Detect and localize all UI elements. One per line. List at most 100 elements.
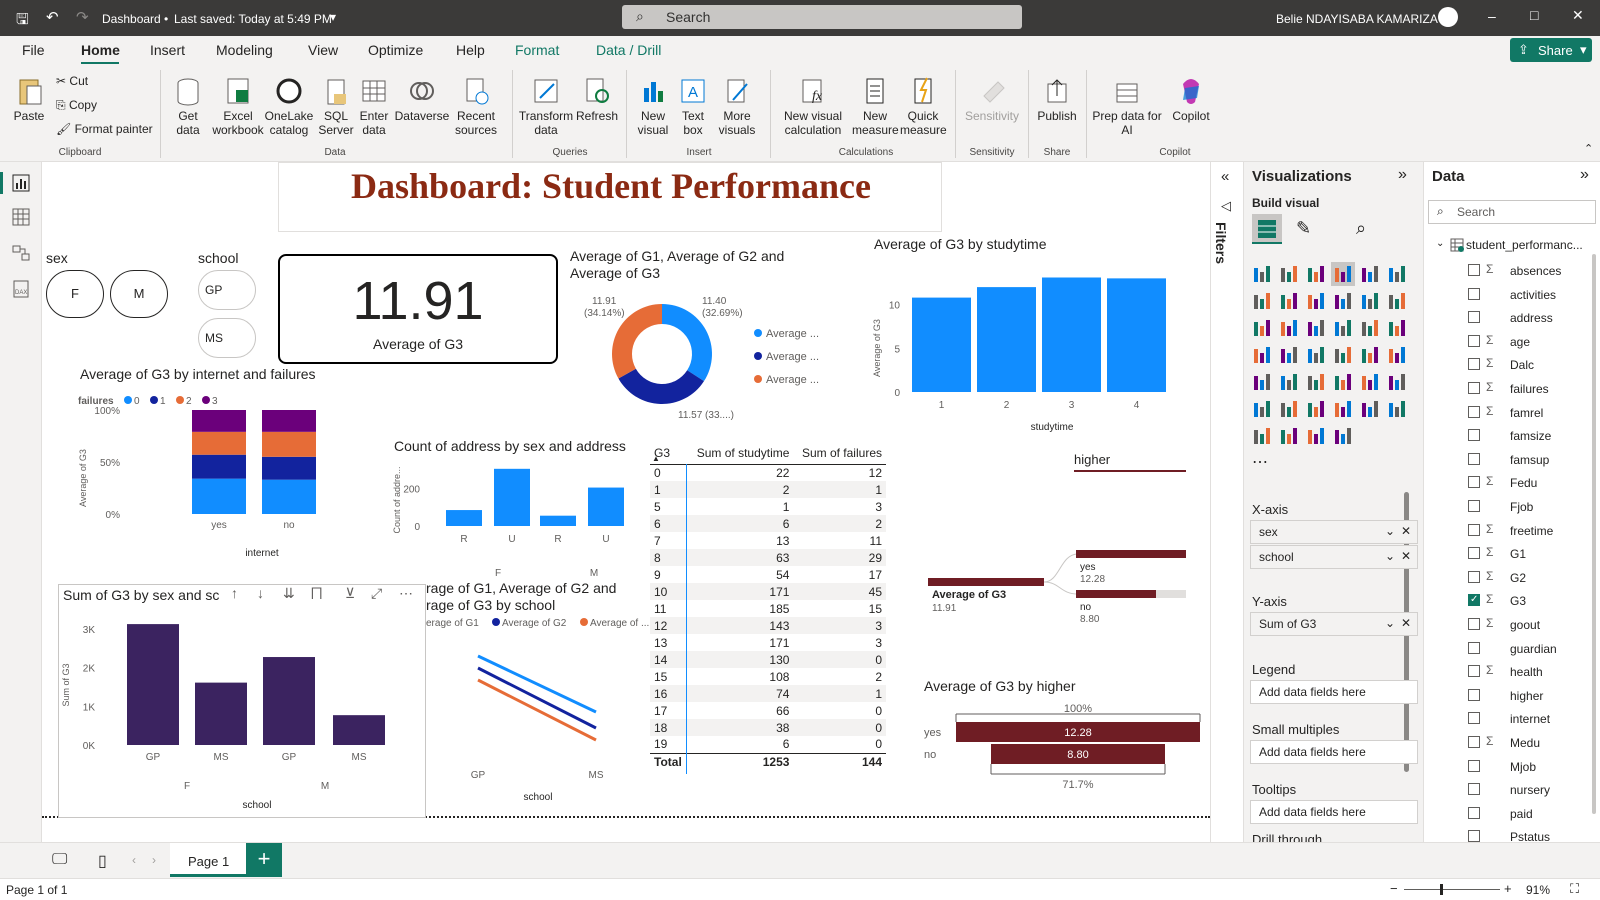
chevron-down-icon[interactable]: ⌄ [1385, 549, 1395, 563]
undo-icon[interactable]: ↶ [46, 8, 59, 26]
page-tab[interactable]: Page 1 [170, 843, 250, 877]
sql-server-button[interactable]: SQL Server [316, 76, 356, 137]
visual-type-icon[interactable] [1254, 403, 1258, 417]
menu-help[interactable]: Help [456, 42, 485, 58]
chevron-down-icon[interactable]: ⌄ [1385, 616, 1395, 630]
dataverse-button[interactable]: Dataverse [394, 76, 450, 123]
zoom-in-icon[interactable]: + [1504, 881, 1512, 896]
recent-sources-button[interactable]: Recent sources [452, 76, 500, 137]
report-view-icon[interactable] [12, 174, 30, 192]
field-checkbox[interactable] [1468, 618, 1480, 630]
menu-insert[interactable]: Insert [150, 42, 185, 58]
line-chart[interactable]: erage of G1 Average of G2 Average of ...… [426, 614, 654, 806]
field-checkbox[interactable] [1468, 688, 1480, 701]
legend-label[interactable]: 0 [134, 396, 140, 407]
search-input[interactable]: ⌕ Search [622, 5, 1022, 29]
copy-button[interactable]: ⎘ Copy [56, 98, 97, 112]
series-line[interactable] [477, 666, 597, 730]
prep-data-button[interactable]: Prep data for AI [1092, 76, 1162, 137]
field-name[interactable]: goout [1510, 618, 1600, 632]
field-name[interactable]: guardian [1510, 642, 1600, 656]
address-bar-chart[interactable]: 0 200 R U R U Count of addre... F M [390, 460, 650, 580]
donut-legend-item[interactable]: Average ... [766, 328, 819, 340]
visual-type-icon[interactable] [1281, 322, 1285, 336]
field-name[interactable]: G1 [1510, 547, 1600, 561]
bar[interactable] [127, 624, 179, 745]
field-checkbox[interactable] [1468, 641, 1480, 654]
field-name[interactable]: address [1510, 311, 1600, 325]
field-name[interactable]: health [1510, 665, 1600, 679]
bar[interactable] [446, 510, 482, 526]
field-name[interactable]: famrel [1510, 406, 1600, 420]
legend-label[interactable]: 3 [212, 396, 218, 407]
sex-slicer-item[interactable]: M [110, 270, 168, 318]
format-painter-button[interactable]: 🖌 Format painter [56, 122, 153, 136]
series-line[interactable] [477, 678, 597, 742]
field-checkbox[interactable] [1468, 500, 1480, 512]
close-icon[interactable]: ✕ [1572, 7, 1584, 24]
user-name[interactable]: Belie NDAYISABA KAMARIZA [1276, 12, 1438, 26]
stacked-bar-segment[interactable] [192, 410, 246, 432]
series-line[interactable] [477, 654, 597, 714]
get-data-button[interactable]: Get data [166, 76, 210, 137]
format-visual-icon[interactable]: ✎ [1296, 218, 1311, 239]
sensitivity-button[interactable]: Sensitivity [962, 76, 1022, 123]
visual-type-icon[interactable] [1281, 295, 1285, 309]
field-name[interactable]: activities [1510, 288, 1600, 302]
field-checkbox[interactable] [1468, 452, 1480, 465]
chevron-down-icon[interactable]: ⌄ [1436, 238, 1444, 249]
donut-slice[interactable] [618, 368, 704, 404]
drill-up-icon[interactable]: ↑ [231, 585, 238, 601]
donut-legend-item[interactable]: Average ... [766, 351, 819, 363]
menu-format[interactable]: Format [515, 42, 559, 58]
add-page-button[interactable]: + [246, 843, 282, 877]
tooltips-drop-zone[interactable]: Add data fields here [1250, 800, 1418, 824]
more-visuals-ellipsis-icon[interactable]: ⋯ [1252, 452, 1268, 472]
visual-type-icon[interactable] [1389, 376, 1393, 390]
xaxis-field-sex[interactable]: sex ⌄ ✕ [1250, 520, 1418, 544]
table-view-icon[interactable] [12, 208, 30, 226]
visual-type-icon[interactable] [1389, 322, 1393, 336]
legend-label[interactable]: 2 [186, 396, 192, 407]
matrix-header-studytime[interactable]: Sum of studytime [687, 442, 794, 465]
table-name[interactable]: student_performanc... [1466, 238, 1583, 252]
stacked-bar-segment[interactable] [192, 478, 246, 514]
visual-type-icon[interactable] [1308, 430, 1312, 444]
expand-next-level-icon[interactable]: ⇊ [283, 585, 295, 602]
menu-modeling[interactable]: Modeling [216, 42, 273, 58]
bar[interactable] [195, 682, 247, 745]
publish-button[interactable]: Publish [1034, 76, 1080, 123]
field-checkbox[interactable] [1468, 523, 1480, 536]
line-legend-item[interactable]: Average of G2 [502, 618, 567, 629]
visual-type-icon[interactable] [1254, 322, 1258, 336]
legend-label[interactable]: 1 [160, 396, 166, 407]
field-checkbox[interactable] [1468, 806, 1480, 819]
visual-type-icon[interactable] [1362, 376, 1366, 390]
expand-hierarchy-icon[interactable]: ⨅ [311, 585, 322, 602]
transform-data-button[interactable]: Transform data [518, 76, 574, 137]
field-checkbox[interactable] [1468, 665, 1480, 678]
zoom-slider-thumb[interactable] [1440, 884, 1443, 895]
field-name[interactable]: age [1510, 335, 1600, 349]
cut-button[interactable]: ✂ Cut [56, 74, 88, 88]
stacked-bar-segment[interactable] [262, 431, 316, 457]
model-view-icon[interactable] [12, 244, 30, 262]
paste-button[interactable]: Paste [12, 76, 46, 123]
school-slicer-item[interactable]: GP [198, 270, 256, 310]
copilot-button[interactable]: Copilot [1166, 76, 1216, 123]
prev-page-icon[interactable]: ‹ [132, 853, 136, 867]
field-name[interactable]: Medu [1510, 736, 1600, 750]
excel-workbook-button[interactable]: Excel workbook [210, 76, 266, 137]
last-saved-text[interactable]: Last saved: Today at 5:49 PM [174, 12, 332, 26]
matrix-header-g3[interactable]: G3 ▲ [650, 442, 688, 465]
visual-type-icon[interactable] [1281, 430, 1285, 444]
field-name[interactable]: G2 [1510, 571, 1600, 585]
onelake-catalog-button[interactable]: OneLake catalog [264, 76, 314, 137]
field-checkbox[interactable] [1468, 712, 1480, 725]
bar[interactable] [588, 487, 624, 526]
visual-type-icon[interactable] [1335, 403, 1339, 417]
share-button[interactable]: ⇪ Share ▾ [1510, 38, 1592, 62]
collapse-ribbon-icon[interactable]: ⌃ [1584, 142, 1593, 155]
field-name[interactable]: Mjob [1510, 760, 1600, 774]
field-name[interactable]: Fjob [1510, 500, 1600, 514]
